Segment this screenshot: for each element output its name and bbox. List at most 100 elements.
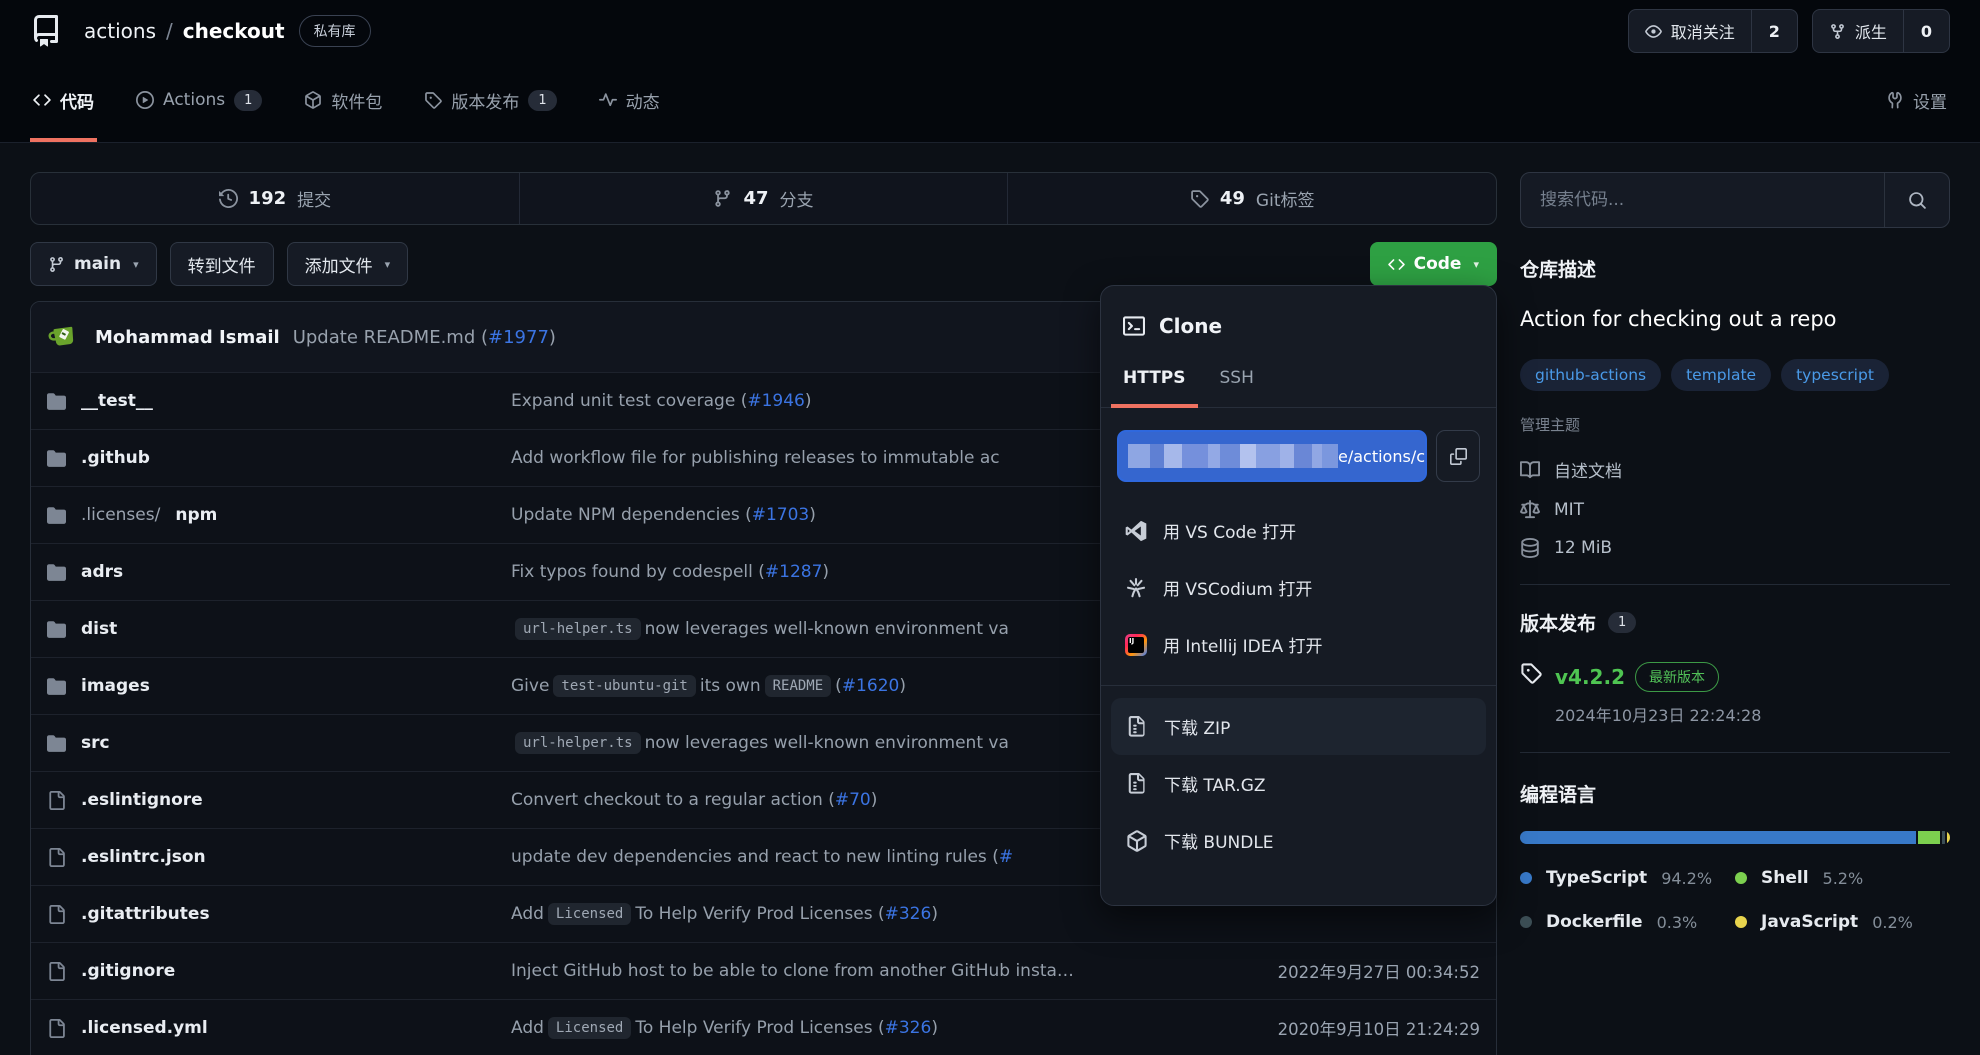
file-icon xyxy=(47,848,66,867)
message-text: ) xyxy=(549,327,556,348)
file-icon xyxy=(47,962,66,981)
folder-icon xyxy=(47,563,66,582)
file-name-cell[interactable]: __test__ xyxy=(47,391,511,411)
download-item[interactable]: 下载 BUNDLE xyxy=(1111,812,1486,869)
release-version[interactable]: v4.2.2 xyxy=(1555,665,1625,689)
language-legend-item[interactable]: JavaScript0.2% xyxy=(1735,912,1950,932)
releases-title[interactable]: 版本发布 xyxy=(1520,609,1596,636)
fork-button[interactable]: 派生 0 xyxy=(1812,9,1950,53)
issue-link[interactable]: # xyxy=(999,847,1013,867)
stat-提交[interactable]: 192提交 xyxy=(31,173,519,224)
search-button[interactable] xyxy=(1884,173,1949,227)
message-text: Expand unit test coverage ( xyxy=(511,391,747,411)
meta-book[interactable]: 自述文档 xyxy=(1520,457,1950,482)
clone-protocol-tabs: HTTPS SSH xyxy=(1101,354,1496,408)
branch-selector[interactable]: main ▾ xyxy=(30,242,157,286)
breadcrumb-owner[interactable]: actions xyxy=(84,19,156,43)
message-text: Inject GitHub host to be able to clone f… xyxy=(511,961,1074,981)
topic-chip[interactable]: github-actions xyxy=(1520,359,1661,391)
menu-item-vscode[interactable]: 用 VS Code 打开 xyxy=(1101,502,1496,559)
tab-软件包[interactable]: 软件包 xyxy=(301,62,385,142)
file-name-cell[interactable]: adrs xyxy=(47,562,511,582)
message-text: ) xyxy=(899,676,906,696)
file-commit-message[interactable]: Add Licensed To Help Verify Prod License… xyxy=(511,1017,1256,1039)
meta-law[interactable]: MIT xyxy=(1520,500,1950,520)
language-legend-item[interactable]: TypeScript94.2% xyxy=(1520,868,1735,888)
file-commit-message[interactable]: Inject GitHub host to be able to clone f… xyxy=(511,961,1256,981)
visibility-badge: 私有库 xyxy=(299,15,371,47)
topic-chip[interactable]: typescript xyxy=(1781,359,1889,391)
stat-分支[interactable]: 47分支 xyxy=(519,173,1008,224)
stat-value: 192 xyxy=(249,188,287,209)
issue-link[interactable]: #326 xyxy=(885,1018,932,1038)
stat-value: 47 xyxy=(743,188,768,209)
watchers-count[interactable]: 2 xyxy=(1751,10,1797,52)
download-item[interactable]: 下载 TAR.GZ xyxy=(1111,755,1486,812)
menu-item-label: 用 VS Code 打开 xyxy=(1163,518,1296,543)
file-name-cell[interactable]: .licenses/npm xyxy=(47,505,511,525)
code-button[interactable]: Code ▾ xyxy=(1370,242,1497,286)
manage-topics-link[interactable]: 管理主题 xyxy=(1520,414,1950,435)
file-name-cell[interactable]: .gitignore xyxy=(47,961,511,981)
meta-database[interactable]: 12 MiB xyxy=(1520,538,1950,558)
law-icon xyxy=(1520,500,1540,520)
issue-link[interactable]: #1287 xyxy=(765,562,823,582)
file-name-cell[interactable]: .licensed.yml xyxy=(47,1018,511,1038)
file-commit-message[interactable]: Add Licensed To Help Verify Prod License… xyxy=(511,903,1480,925)
description-title: 仓库描述 xyxy=(1520,255,1950,282)
chevron-down-icon: ▾ xyxy=(385,258,391,271)
commit-message[interactable]: Update README.md (#1977) xyxy=(293,327,556,348)
language-legend-item[interactable]: Dockerfile0.3% xyxy=(1520,912,1735,932)
menu-item-label: 用 Intellij IDEA 打开 xyxy=(1163,632,1323,657)
table-row[interactable]: .gitignoreInject GitHub host to be able … xyxy=(31,942,1496,999)
topic-chip[interactable]: template xyxy=(1671,359,1771,391)
table-row[interactable]: .licensed.ymlAdd Licensed To Help Verify… xyxy=(31,999,1496,1055)
file-name-cell[interactable]: .eslintignore xyxy=(47,790,511,810)
file-name-cell[interactable]: images xyxy=(47,676,511,696)
tab-代码[interactable]: 代码 xyxy=(30,62,97,142)
tab-ssh[interactable]: SSH xyxy=(1208,354,1266,408)
commit-author[interactable]: Mohammad Ismail xyxy=(95,327,280,348)
unwatch-button[interactable]: 取消关注 2 xyxy=(1628,9,1798,53)
menu-item-vscodium[interactable]: 用 VSCodium 打开 xyxy=(1101,559,1496,616)
forks-count[interactable]: 0 xyxy=(1903,10,1949,52)
issue-link[interactable]: #70 xyxy=(835,790,871,810)
meta-label: MIT xyxy=(1554,500,1584,520)
file-name-cell[interactable]: src xyxy=(47,733,511,753)
search-input[interactable] xyxy=(1521,173,1884,227)
clone-url-input[interactable]: e/actions/ch xyxy=(1117,430,1427,482)
file-name-cell[interactable]: .eslintrc.json xyxy=(47,847,511,867)
issue-link[interactable]: #1977 xyxy=(488,327,549,348)
issue-link[interactable]: #326 xyxy=(885,904,932,924)
language-legend-item[interactable]: Shell5.2% xyxy=(1735,868,1950,888)
language-color-dot xyxy=(1520,872,1532,884)
tab-https[interactable]: HTTPS xyxy=(1111,354,1198,408)
folder-icon xyxy=(47,449,66,468)
file-name-cell[interactable]: .github xyxy=(47,448,511,468)
file-name-cell[interactable]: dist xyxy=(47,619,511,639)
stat-Git标签[interactable]: 49Git标签 xyxy=(1007,173,1496,224)
issue-link[interactable]: #1620 xyxy=(842,676,900,696)
issue-link[interactable]: #1703 xyxy=(752,505,810,525)
tab-动态[interactable]: 动态 xyxy=(596,62,663,142)
tab-settings[interactable]: 设置 xyxy=(1883,62,1950,142)
tab-Actions[interactable]: Actions1 xyxy=(133,62,265,142)
stat-value: 49 xyxy=(1220,188,1245,209)
download-item-label: 下载 ZIP xyxy=(1164,714,1230,739)
avatar[interactable] xyxy=(47,321,79,353)
package-icon xyxy=(304,91,322,109)
code-icon xyxy=(1388,256,1405,273)
repo-tabbar: 代码 Actions1 软件包版本发布1 动态 设置 xyxy=(0,62,1980,142)
file-name-cell[interactable]: .gitattributes xyxy=(47,904,511,924)
copy-url-button[interactable] xyxy=(1436,430,1480,482)
issue-link[interactable]: #1946 xyxy=(747,391,805,411)
file-toolbar: main ▾ 转到文件 添加文件 ▾ Code ▾ xyxy=(30,242,1497,286)
goto-file-button[interactable]: 转到文件 xyxy=(170,242,274,286)
menu-item-intellij[interactable]: IJ用 Intellij IDEA 打开 xyxy=(1101,616,1496,673)
add-file-button[interactable]: 添加文件 ▾ xyxy=(287,242,409,286)
message-text: Convert checkout to a regular action ( xyxy=(511,790,835,810)
breadcrumb-repo[interactable]: checkout xyxy=(183,19,285,43)
tab-版本发布[interactable]: 版本发布1 xyxy=(421,62,559,142)
file-name: images xyxy=(81,676,150,696)
download-item[interactable]: 下载 ZIP xyxy=(1111,698,1486,755)
